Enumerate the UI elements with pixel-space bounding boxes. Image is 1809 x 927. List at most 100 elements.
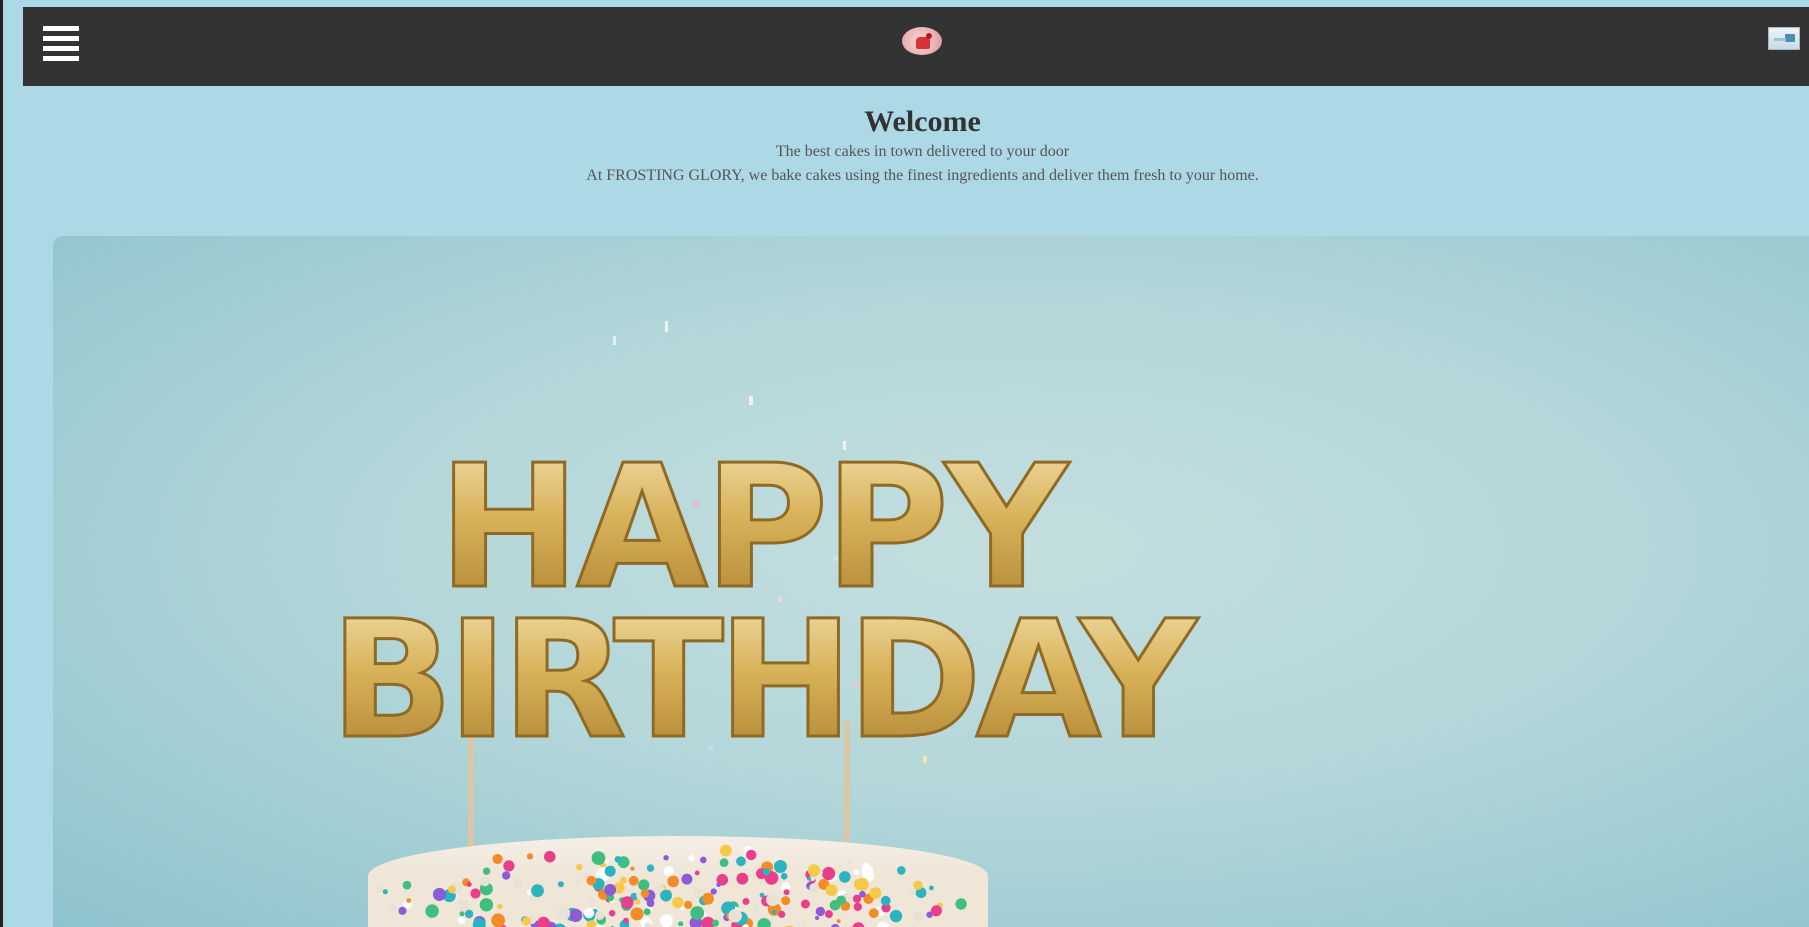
sprinkle [762,868,771,876]
sprinkle [836,919,841,924]
sprinkle [880,895,891,906]
sprinkle [913,912,923,922]
sprinkle [609,910,616,917]
sprinkle [457,899,469,911]
sprinkle [861,865,874,878]
sprinkle [634,899,641,905]
sprinkle [604,883,617,896]
sprinkle [557,906,571,920]
sprinkle [815,906,826,917]
sprinkle [544,850,556,863]
sprinkle [464,909,474,919]
sprinkle [569,908,583,923]
sprinkle [382,889,388,895]
sprinkle [595,910,605,921]
sprinkle [847,860,852,865]
sprinkle [492,853,503,865]
sprinkle [583,907,595,919]
sprinkle [623,917,629,924]
sprinkle [766,893,779,907]
sprinkle [736,872,749,885]
sprinkle [630,907,644,921]
sprinkle [955,898,967,910]
sprinkle [448,885,456,894]
sprinkle [667,875,679,888]
sprinkle [646,899,655,908]
sprinkle [479,898,494,912]
sprinkle [604,865,616,877]
sprinkle [839,871,851,883]
hamburger-menu-icon[interactable] [43,26,79,68]
sprinkle [929,885,934,891]
sprinkle [700,856,707,864]
sprinkle [466,881,472,887]
sprinkle [640,889,650,898]
sprinkle [628,875,639,886]
sprinkle [710,888,717,895]
sprinkle [913,880,923,890]
sprinkle [778,910,786,919]
sprinkle [781,896,791,906]
sprinkle [425,904,439,918]
sprinkle [897,866,906,875]
sprinkle [457,916,466,925]
tagline-text: The best cakes in town delivered to your… [775,143,1070,160]
sprinkle [522,916,531,926]
sprinkle [576,879,581,885]
sprinkle [742,898,750,905]
sprinkle [586,875,597,886]
sprinkle [825,884,838,896]
sprinkle [531,884,544,898]
sprinkle [502,871,511,880]
sprinkle [800,899,810,909]
sprinkle [702,892,714,905]
top-nav-bar [23,7,1809,86]
sprinkle [588,897,596,904]
sprinkle [497,903,503,910]
sprinkle [809,883,820,893]
description-text: At FROSTING GLORY, we bake cakes using t… [586,167,1259,184]
sprinkle [719,844,732,857]
sprinkle [630,866,635,871]
sprinkle [614,856,622,863]
sprinkle [780,873,788,880]
sprinkle [619,876,627,884]
sprinkle [388,904,397,913]
sprinkle [719,858,729,868]
cake-logo-icon[interactable] [902,27,942,55]
sprinkle [716,882,721,888]
sprinkle [406,898,412,903]
sprinkle [690,906,705,920]
sprinkle [801,920,807,927]
sprinkle [824,910,833,919]
sprinkle [660,889,672,902]
sprinkle [771,909,777,915]
sprinkle [773,860,787,873]
sprinkle [807,864,821,877]
sprinkle [557,881,564,888]
sprinkle [663,855,669,861]
cart-image-icon[interactable] [1768,27,1800,50]
sprinkle [470,888,481,899]
sprinkle [491,913,505,927]
sprinkle [869,887,882,899]
sprinkle [728,909,742,923]
sprinkle [684,900,693,909]
sprinkle [503,860,515,872]
sprinkle [909,889,916,896]
sprinkle [688,855,695,862]
sprinkle [853,869,859,875]
sprinkle [663,866,674,877]
sprinkle [836,895,846,906]
sprinkle [736,856,746,867]
sprinkle [694,870,700,876]
sprinkle [751,903,760,913]
sprinkle [703,919,709,926]
sprinkle [482,867,491,875]
sprinkle [859,890,866,898]
sprinkle [646,864,655,872]
page-title: Welcome [864,105,981,138]
sprinkle [807,876,811,881]
sprinkle [621,896,634,909]
sprinkle [855,877,869,891]
